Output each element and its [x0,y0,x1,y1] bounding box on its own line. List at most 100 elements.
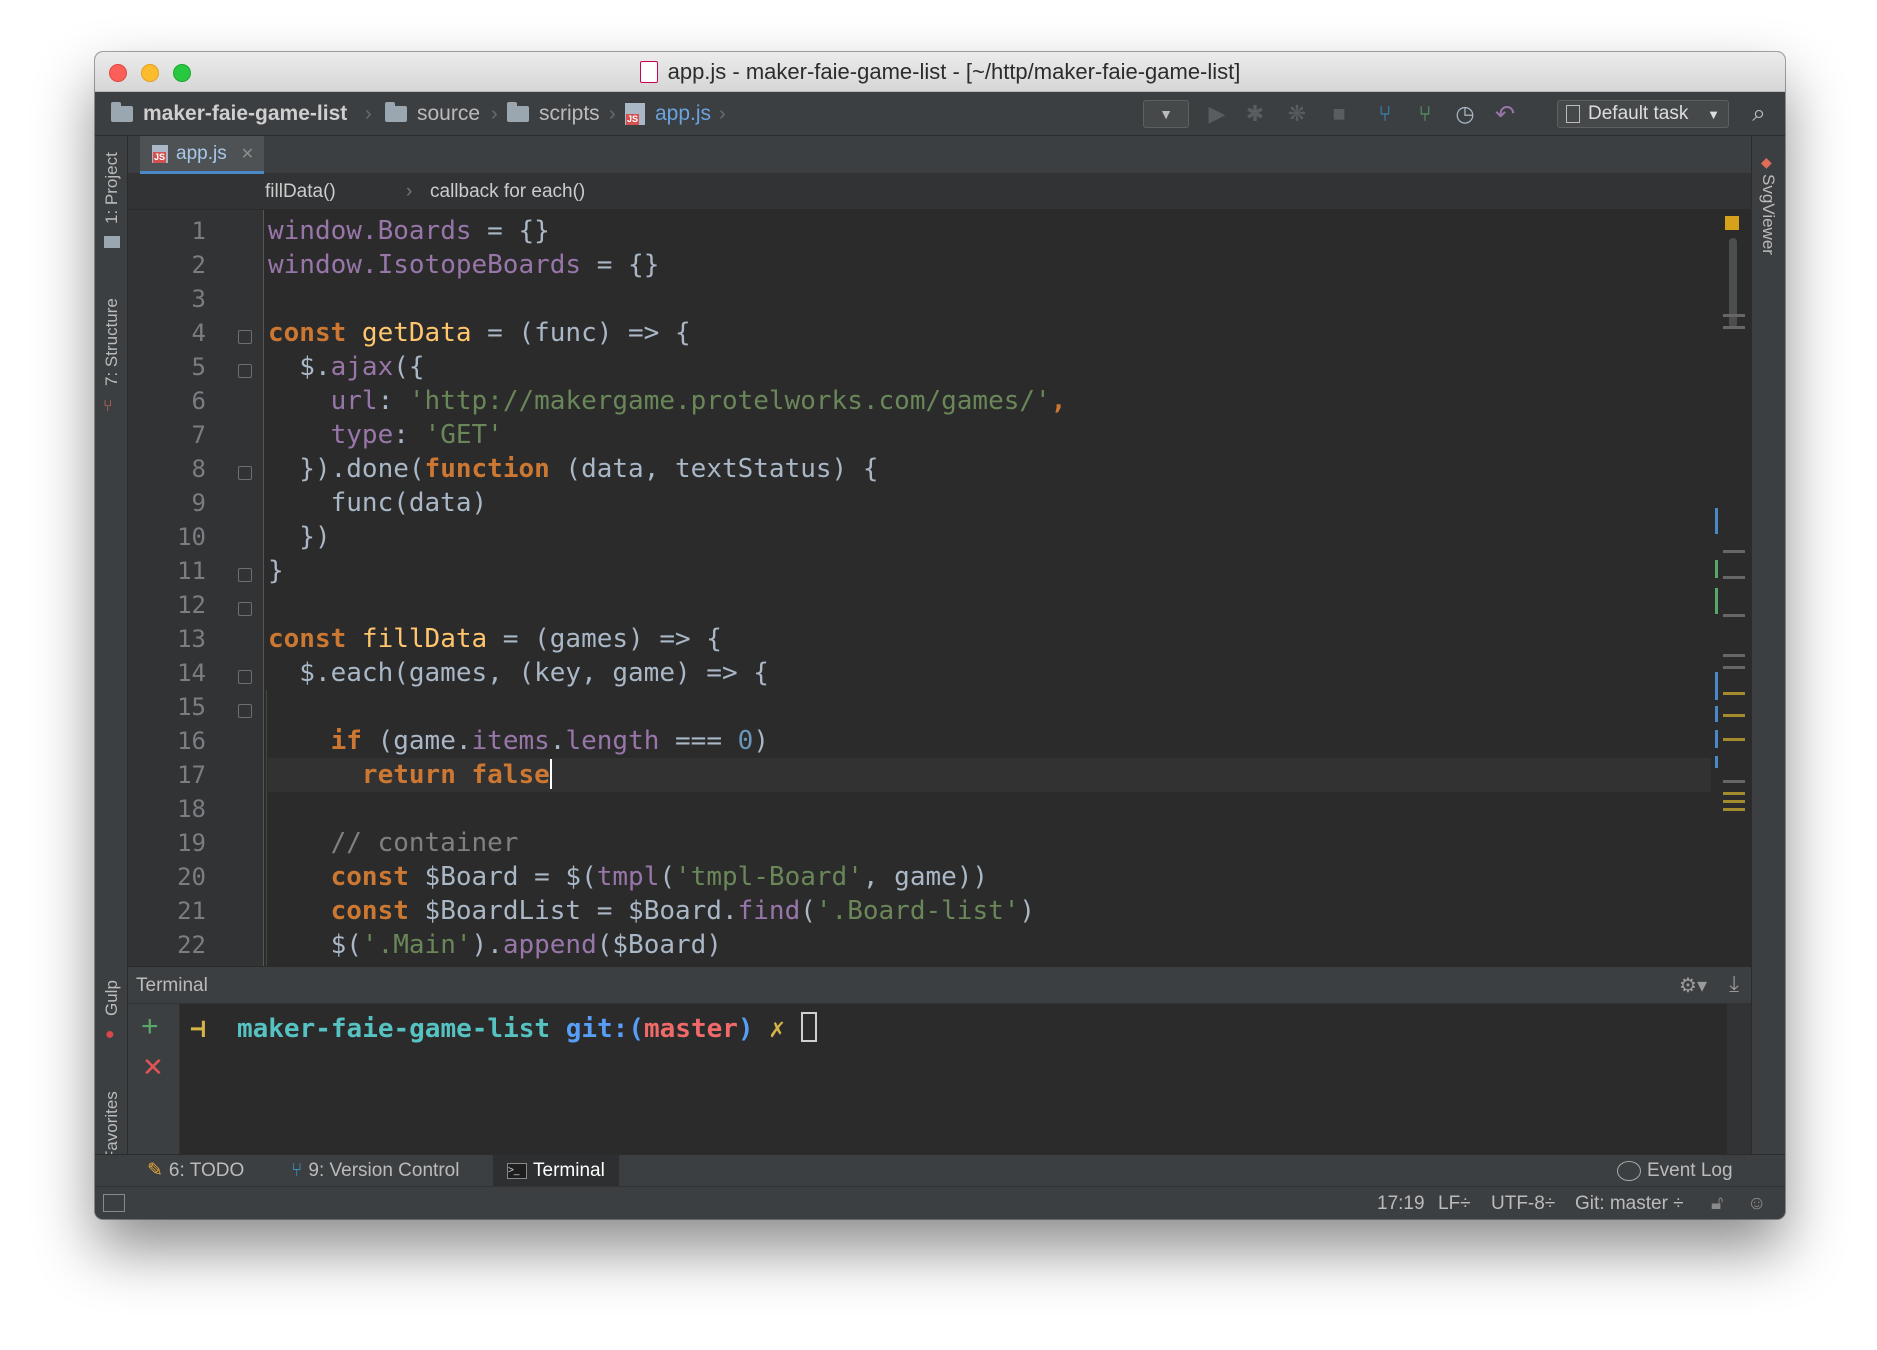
fold-marker-icon[interactable] [238,330,252,344]
code-area[interactable]: window.Boards = {} window.IsotopeBoards … [268,214,1711,962]
code-line-6: url: 'http://makergame.protelworks.com/g… [268,384,1711,418]
code-token: ( [659,862,676,892]
status-bar: 17:19 LF÷ UTF-8÷ Git: master ÷ 🔓︎ ☺︎ [95,1186,1785,1219]
code-line-13: const fillData = (games) => { [268,622,1711,656]
line-number: 4 [191,319,206,347]
left-tool-strip: 1: Project 7: Structure ⑂ Gulp ● 2: Favo… [95,136,128,1212]
code-token: const [268,624,362,654]
editor-gutter: 1 2 3 4 5 6 7 8 9 10 11 12 13 14 15 16 1… [128,210,264,966]
fold-marker-icon[interactable] [238,704,252,718]
fold-marker-icon[interactable] [238,602,252,616]
breadcrumb-scripts[interactable]: scripts [507,92,600,136]
debug-icon[interactable]: ✱ [1241,100,1269,128]
line-number: 10 [177,523,206,551]
right-tool-strip: ◆ SvgViewer [1751,136,1785,1154]
error-stripe[interactable] [1711,210,1751,966]
code-token: }).done( [268,454,425,484]
fold-marker-icon[interactable] [238,466,252,480]
line-number: 12 [177,591,206,619]
breadcrumb-file[interactable]: app.js [625,92,711,136]
hide-panel-icon[interactable]: ⤓ [1729,971,1739,997]
text-caret [549,759,552,789]
breadcrumb-label: maker-faie-game-list [143,102,348,125]
revert-icon[interactable]: ↶ [1491,100,1519,128]
code-breadcrumb: fillData() › callback for each() [128,174,1751,210]
vcs-commit-icon[interactable]: ⑂ [1411,100,1439,128]
terminal-side-toolbar: + ✕ [128,1004,180,1154]
code-token: if [330,726,362,756]
fold-marker-icon[interactable] [238,670,252,684]
tool-tab-structure[interactable]: 7: Structure [102,298,122,386]
code-token: 'GET' [424,420,503,450]
code-breadcrumb-item[interactable]: fillData() [265,174,336,210]
code-token: = {} [581,250,660,280]
tool-window-version-control[interactable]: ⑂ 9: Version Control [291,1155,459,1187]
code-token: tmpl [596,862,660,892]
tool-window-todo[interactable]: ✎ 6: TODO [147,1155,244,1187]
vcs-update-icon[interactable]: ⑂ [1371,100,1399,128]
inspector-icon[interactable]: ☺︎ [1747,1187,1766,1219]
code-line-16: if (game.items.length === 0) [268,724,1711,758]
prompt-directory: maker-faie-game-list [236,1014,551,1044]
prompt-branch: master [643,1014,738,1044]
stripe-marker [1723,792,1745,795]
line-separator-selector[interactable]: LF÷ [1438,1187,1471,1219]
coverage-icon[interactable]: ❋ [1283,100,1311,128]
terminal-header: Terminal ⚙▾ ⤓ [128,966,1751,1004]
js-file-icon [639,61,658,83]
change-marker [1715,588,1718,614]
breadcrumb-project[interactable]: maker-faie-game-list [111,92,347,136]
run-config-selector[interactable]: Default task ▼ [1557,100,1729,128]
encoding-selector[interactable]: UTF-8÷ [1491,1187,1555,1219]
tab-label: app.js [176,142,227,164]
close-session-icon[interactable]: ✕ [142,1054,164,1080]
vcs-history-icon[interactable]: ◷ [1451,100,1479,128]
stop-icon[interactable]: ■ [1325,100,1353,128]
code-breadcrumb-item[interactable]: callback for each() [430,174,585,210]
close-tab-icon[interactable]: ✕ [241,144,254,164]
lock-icon[interactable]: 🔓︎ [1711,1187,1723,1219]
code-editor[interactable]: 1 2 3 4 5 6 7 8 9 10 11 12 13 14 15 16 1… [128,210,1751,966]
tool-window-event-log[interactable]: Event Log [1617,1155,1733,1187]
js-file-icon [152,144,168,163]
run-config-dropdown-button[interactable]: ▼ [1143,100,1189,128]
code-token: const [330,862,425,892]
code-line-8: }).done(function (data, textStatus) { [268,452,1711,486]
tool-tab-label: 7: Structure [102,298,121,386]
tool-tab-svgviewer[interactable]: SvgViewer [1758,174,1778,255]
gear-icon[interactable]: ⚙▾ [1679,973,1707,998]
run-icon[interactable]: ▶ [1203,100,1231,128]
tool-tab-project[interactable]: 1: Project [102,152,122,224]
code-line-21: const $BoardList = $Board.find('.Board-l… [268,894,1711,928]
fold-marker-icon[interactable] [238,568,252,582]
breadcrumb-source[interactable]: source [385,92,480,136]
search-icon[interactable]: ⌕ [1745,100,1773,128]
tool-tab-label: Gulp [102,980,121,1016]
vcs-icon: ⑂ [291,1160,303,1181]
line-number: 19 [177,829,206,857]
tab-app-js[interactable]: app.js ✕ [140,136,264,174]
change-marker [266,690,267,966]
caret-position[interactable]: 17:19 [1377,1187,1425,1219]
terminal-scrollbar[interactable] [1727,1004,1751,1154]
change-marker [1715,730,1718,748]
code-line-19: // container [268,826,1711,860]
toggle-tool-windows-icon[interactable] [103,1194,125,1212]
code-token: type [330,420,394,450]
git-branch-selector[interactable]: Git: master ÷ [1575,1187,1684,1219]
line-number: 2 [191,251,206,279]
fold-marker-icon[interactable] [238,364,252,378]
code-token: '.Board-list' [815,896,1020,926]
tool-window-terminal[interactable]: >_ Terminal [493,1155,619,1187]
code-token: $( [268,930,362,960]
code-token: , game)) [862,862,989,892]
folder-icon [507,102,529,122]
terminal-panel[interactable]: + ✕ ⊣ maker-faie-game-list git:(master) … [128,1004,1751,1154]
line-numbers: 1 2 3 4 5 6 7 8 9 10 11 12 13 14 15 16 1… [128,214,212,962]
breadcrumb-label: app.js [655,102,712,125]
new-session-icon[interactable]: + [141,1012,159,1042]
code-token: append [502,930,597,960]
tool-tab-gulp[interactable]: Gulp [102,980,122,1016]
